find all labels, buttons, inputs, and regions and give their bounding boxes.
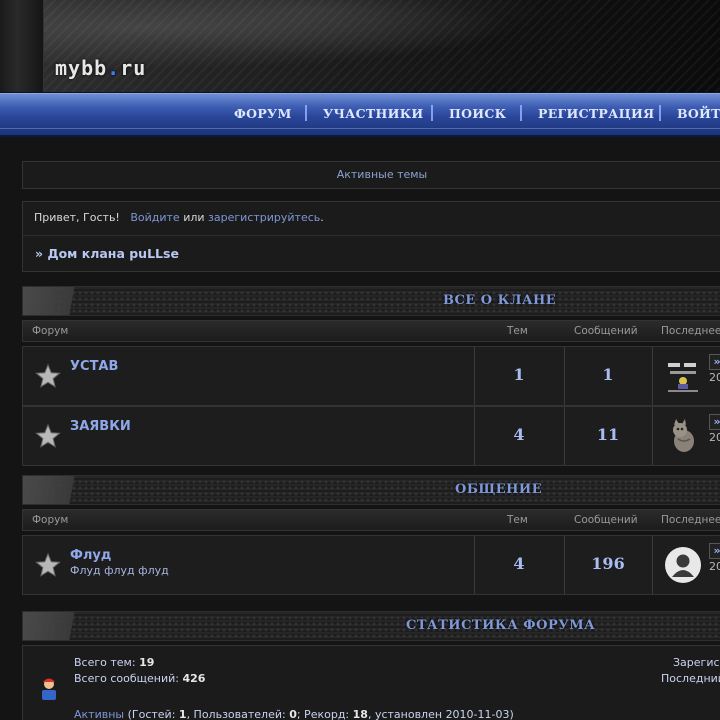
nav-separator bbox=[305, 105, 307, 121]
forum-row: ЗАЯВКИ 4 11 » 20 bbox=[22, 406, 720, 466]
breadcrumb-arrow: » bbox=[35, 246, 44, 261]
active-close: ) bbox=[509, 708, 514, 720]
category-bar: ВСЕ О КЛАНЕ bbox=[22, 286, 720, 316]
col-posts: Сообщений bbox=[574, 514, 638, 526]
forum-row: Флуд Флуд флуд флуд 4 196 » 20 bbox=[22, 535, 720, 595]
forum-star-icon bbox=[35, 552, 61, 577]
last-post-link[interactable]: » bbox=[709, 414, 720, 430]
table-header: Форум Тем Сообщений Последнее bbox=[22, 320, 720, 342]
sign-avatar-icon bbox=[664, 357, 702, 395]
breadcrumb-home-link[interactable]: Дом клана puLLse bbox=[47, 246, 178, 261]
total-posts-line: Всего сообщений: 426 bbox=[74, 672, 205, 685]
main-navigation: ФОРУМ УЧАСТНИКИ ПОИСК РЕГИСТРАЦИЯ ВОЙТИ bbox=[0, 93, 720, 137]
hex-pattern bbox=[53, 290, 720, 312]
registered-users-label: Зарегис bbox=[673, 656, 720, 669]
default-user-avatar-icon bbox=[665, 547, 701, 583]
greeting-or: или bbox=[183, 211, 205, 224]
register-link[interactable]: зарегистрируйтесь bbox=[208, 211, 320, 224]
total-posts-label: Всего сообщений: bbox=[74, 672, 179, 685]
divider bbox=[23, 235, 720, 236]
logo-main: mybb bbox=[55, 56, 108, 80]
last-post-date: 20 bbox=[709, 371, 720, 384]
users-label: , Пользователей: bbox=[186, 708, 286, 720]
last-registered-label: Последний bbox=[661, 672, 720, 685]
category-bar: ОБЩЕНИЕ bbox=[22, 475, 720, 505]
topics-count: 1 bbox=[513, 365, 525, 384]
topics-count: 4 bbox=[513, 425, 525, 444]
last-post-date: 20 bbox=[709, 560, 720, 573]
greeting-period: . bbox=[320, 211, 324, 224]
category-title[interactable]: ОБЩЕНИЕ bbox=[455, 482, 542, 497]
forum-title-link[interactable]: УСТАВ bbox=[70, 359, 118, 374]
divider bbox=[652, 407, 653, 465]
hex-pattern bbox=[53, 615, 720, 637]
total-topics-label: Всего тем: bbox=[74, 656, 136, 669]
record-date-label: , установлен bbox=[367, 708, 443, 720]
last-post-link[interactable]: » bbox=[709, 354, 720, 370]
greeting-line: Привет, Гость! Войдите или зарегистрируй… bbox=[34, 211, 324, 224]
total-topics-line: Всего тем: 19 bbox=[74, 656, 154, 669]
forum-star-icon bbox=[35, 363, 61, 388]
record-date: 2010-11-03 bbox=[445, 708, 510, 720]
mybb-logo[interactable]: mybb.ru bbox=[55, 56, 146, 80]
last-post-date: 20 bbox=[709, 431, 720, 444]
posts-count: 196 bbox=[591, 554, 625, 573]
site-header: mybb.ru bbox=[0, 0, 720, 92]
greeting-box: Привет, Гость! Войдите или зарегистрируй… bbox=[22, 201, 720, 272]
forum-star-icon bbox=[35, 423, 61, 448]
active-topics-link[interactable]: Активные темы bbox=[337, 168, 428, 181]
login-link[interactable]: Войдите bbox=[130, 211, 179, 224]
nav-forum[interactable]: ФОРУМ bbox=[234, 106, 292, 121]
col-topics: Тем bbox=[507, 514, 528, 526]
total-posts-value: 426 bbox=[182, 672, 206, 685]
forum-description: Флуд флуд флуд bbox=[70, 564, 169, 577]
hex-pattern bbox=[53, 479, 720, 501]
nav-search[interactable]: ПОИСК bbox=[449, 106, 506, 121]
table-header: Форум Тем Сообщений Последнее bbox=[22, 509, 720, 531]
online-line: Активны (Гостей: 1, Пользователей: 0; Ре… bbox=[74, 708, 514, 720]
active-users-link[interactable]: Активны bbox=[74, 708, 124, 720]
col-posts: Сообщений bbox=[574, 325, 638, 337]
logo-tail: ru bbox=[120, 56, 147, 80]
posts-count: 1 bbox=[602, 365, 614, 384]
active-open: (Гостей: bbox=[127, 708, 176, 720]
forum-row: УСТАВ 1 1 » 20 bbox=[22, 346, 720, 406]
nav-separator bbox=[431, 105, 433, 121]
col-last-post: Последнее bbox=[661, 325, 720, 337]
header-left-panel bbox=[0, 0, 44, 92]
cat-avatar-icon bbox=[664, 417, 702, 455]
category-title[interactable]: ВСЕ О КЛАНЕ bbox=[443, 293, 556, 308]
col-last-post: Последнее bbox=[661, 514, 720, 526]
last-post-link[interactable]: » bbox=[709, 543, 720, 559]
stats-bar: СТАТИСТИКА ФОРУМА bbox=[22, 611, 720, 641]
nav-separator bbox=[659, 105, 661, 121]
nav-login[interactable]: ВОЙТИ bbox=[677, 106, 720, 121]
record-count: 18 bbox=[352, 708, 368, 720]
nav-separator bbox=[520, 105, 522, 121]
active-topics-bar: Активные темы bbox=[22, 161, 720, 189]
topics-count: 4 bbox=[513, 554, 525, 573]
nav-register[interactable]: РЕГИСТРАЦИЯ bbox=[538, 106, 654, 121]
users-count: 0 bbox=[289, 708, 297, 720]
posts-count: 11 bbox=[596, 425, 620, 444]
greeting-hello: Привет, Гость! bbox=[34, 211, 120, 224]
forum-title-link[interactable]: Флуд bbox=[70, 548, 111, 563]
forum-title-link[interactable]: ЗАЯВКИ bbox=[70, 419, 131, 434]
breadcrumb: » Дом клана puLLse bbox=[35, 246, 179, 261]
stats-box: Всего тем: 19 Всего сообщений: 426 Зарег… bbox=[22, 645, 720, 720]
total-topics-value: 19 bbox=[139, 656, 155, 669]
divider bbox=[652, 347, 653, 405]
nav-members[interactable]: УЧАСТНИКИ bbox=[323, 106, 424, 121]
divider bbox=[652, 536, 653, 594]
logo-dot: . bbox=[107, 56, 121, 80]
col-topics: Тем bbox=[507, 325, 528, 337]
record-label: ; Рекорд: bbox=[296, 708, 350, 720]
col-forum: Форум bbox=[32, 325, 69, 337]
stats-title: СТАТИСТИКА ФОРУМА bbox=[406, 618, 596, 633]
user-icon bbox=[42, 678, 56, 700]
col-forum: Форум bbox=[32, 514, 69, 526]
guests-count: 1 bbox=[178, 708, 187, 720]
